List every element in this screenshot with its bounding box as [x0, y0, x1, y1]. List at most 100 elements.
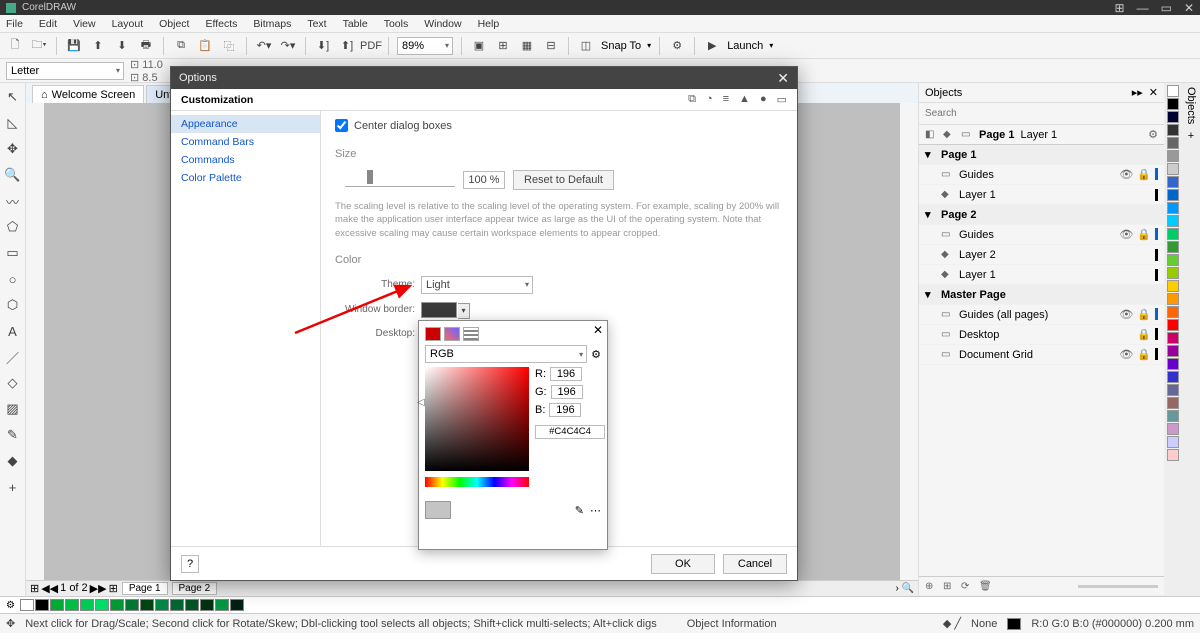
shape-tool-icon[interactable]: ◺ — [3, 113, 23, 133]
artistic-tool-icon[interactable]: ⬠ — [3, 217, 23, 237]
reset-default-button[interactable]: Reset to Default — [513, 170, 614, 190]
chevron-down-icon[interactable]: ▾ — [458, 303, 470, 319]
menu-object[interactable]: Object — [159, 18, 189, 30]
eyedropper-icon[interactable]: ✎ — [575, 504, 584, 517]
new-master-icon[interactable]: ⊞ — [943, 581, 955, 592]
palette-swatch[interactable] — [1167, 241, 1179, 253]
rectangle-tool-icon[interactable]: ▭ — [3, 243, 23, 263]
grid-icon[interactable]: ▦ — [518, 37, 536, 55]
palette-swatch[interactable] — [1167, 254, 1179, 266]
minimize-button[interactable]: — — [1137, 1, 1149, 15]
layer-opts-icon[interactable]: ⟳ — [961, 581, 973, 592]
cat-display-icon[interactable]: ▭ — [777, 93, 787, 106]
side-command-bars[interactable]: Command Bars — [171, 133, 320, 151]
page-size-combo[interactable]: Letter — [6, 62, 124, 80]
doc-palette-swatch[interactable] — [155, 599, 169, 611]
hue-slider[interactable] — [425, 477, 529, 487]
palette-swatch[interactable] — [1167, 228, 1179, 240]
window-border-color-button[interactable]: ▾ — [421, 302, 457, 318]
undo-icon[interactable]: ↶▾ — [255, 37, 273, 55]
palette-swatch[interactable] — [1167, 306, 1179, 318]
palette-swatch[interactable] — [1167, 137, 1179, 149]
r-input[interactable]: 196 — [550, 367, 582, 381]
cloud-down-icon[interactable]: ⬇ — [113, 37, 131, 55]
layer-view-icon[interactable]: ◧ — [925, 129, 937, 140]
transparency-tool-icon[interactable]: ▨ — [3, 399, 23, 419]
pick-tool-icon[interactable]: ↖ — [3, 87, 23, 107]
page-tab-2[interactable]: Page 2 — [172, 582, 218, 595]
layer-row[interactable]: ▭Document Grid👁🔒 — [919, 345, 1164, 365]
layer-row[interactable]: ▭Guides👁🔒 — [919, 165, 1164, 185]
palette-swatch[interactable] — [1167, 280, 1179, 292]
ok-button[interactable]: OK — [651, 554, 715, 574]
palette-swatch[interactable] — [1167, 345, 1179, 357]
palette-swatch[interactable] — [1167, 423, 1179, 435]
palette-swatch[interactable] — [1167, 371, 1179, 383]
menu-tools[interactable]: Tools — [384, 18, 409, 30]
dialog-close-icon[interactable]: ✕ — [777, 70, 789, 87]
cat-workspace-icon[interactable]: ≡ — [723, 93, 729, 106]
new-layer-icon[interactable]: ⊕ — [925, 581, 937, 592]
doc-palette-swatch[interactable] — [125, 599, 139, 611]
side-appearance[interactable]: Appearance — [171, 115, 320, 133]
crop-tool-icon[interactable]: ✥ — [3, 139, 23, 159]
clone-icon[interactable]: ⿻ — [220, 37, 238, 55]
palette-swatch[interactable] — [1167, 293, 1179, 305]
palette-swatch[interactable] — [1167, 436, 1179, 448]
export-icon[interactable]: ⬆] — [338, 37, 356, 55]
snap-to-dropdown[interactable]: Snap To — [601, 40, 641, 52]
color-tab-solid-icon[interactable] — [425, 327, 441, 341]
palette-swatch[interactable] — [1167, 358, 1179, 370]
page-row[interactable]: ▾Page 2 — [919, 205, 1164, 225]
layer-row[interactable]: ◆Layer 1 — [919, 185, 1164, 205]
scale-slider[interactable] — [345, 173, 455, 187]
store-icon[interactable]: ⊞ — [1115, 1, 1125, 15]
page-row[interactable]: ▾Page 1 — [919, 145, 1164, 165]
new-icon[interactable]: 🗋 — [6, 37, 24, 55]
options-gear-icon[interactable]: ⚙ — [1148, 128, 1158, 141]
nav-first-icon[interactable]: ⊞ — [30, 582, 39, 595]
paste-icon[interactable]: 📋 — [196, 37, 214, 55]
doc-palette-swatch[interactable] — [185, 599, 199, 611]
zoom-combo[interactable]: 89% — [397, 37, 453, 55]
save-icon[interactable]: 💾 — [65, 37, 83, 55]
line-tool-icon[interactable]: ／ — [3, 347, 23, 367]
menu-bitmaps[interactable]: Bitmaps — [253, 18, 291, 30]
g-input[interactable]: 196 — [551, 385, 583, 399]
doc-palette-swatch[interactable] — [230, 599, 244, 611]
cloud-up-icon[interactable]: ⬆ — [89, 37, 107, 55]
fill-swatch-icon[interactable]: ◆ ╱ — [943, 617, 961, 630]
palette-swatch[interactable] — [1167, 332, 1179, 344]
layer-page-icon[interactable]: ▭ — [961, 129, 973, 140]
palette-swatch[interactable] — [1167, 98, 1179, 110]
layer-style-icon[interactable]: ◆ — [943, 129, 955, 140]
doc-palette-swatch[interactable] — [140, 599, 154, 611]
color-settings-icon[interactable]: ⚙ — [591, 348, 601, 361]
hex-input[interactable]: #C4C4C4 — [535, 425, 605, 439]
cat-tools-icon[interactable]: ▲ — [739, 93, 750, 106]
menu-effects[interactable]: Effects — [205, 18, 237, 30]
doc-palette-swatch[interactable] — [200, 599, 214, 611]
page-row[interactable]: ▾Master Page — [919, 285, 1164, 305]
palette-swatch[interactable] — [1167, 150, 1179, 162]
doc-palette-swatch[interactable] — [110, 599, 124, 611]
fullscreen-icon[interactable]: ▣ — [470, 37, 488, 55]
dropshadow-tool-icon[interactable]: ◇ — [3, 373, 23, 393]
cancel-button[interactable]: Cancel — [723, 554, 787, 574]
palette-swatch[interactable] — [1167, 267, 1179, 279]
panel-close-icon[interactable]: ✕ — [1149, 86, 1158, 99]
close-button[interactable]: ✕ — [1184, 1, 1194, 15]
doc-palette-swatch[interactable] — [50, 599, 64, 611]
panel-collapse-icon[interactable]: ▸▸ — [1132, 86, 1143, 99]
import-icon[interactable]: ⬇] — [314, 37, 332, 55]
pdf-icon[interactable]: PDF — [362, 37, 380, 55]
side-color-palette[interactable]: Color Palette — [171, 169, 320, 187]
color-tab-mixer-icon[interactable] — [444, 327, 460, 341]
text-tool-icon[interactable]: A — [3, 321, 23, 341]
objects-search-input[interactable] — [925, 108, 1158, 119]
menu-text[interactable]: Text — [307, 18, 326, 30]
copy-icon[interactable]: ⧉ — [172, 37, 190, 55]
color-tab-palette-icon[interactable] — [463, 327, 479, 341]
outline-swatch-icon[interactable] — [1007, 618, 1021, 630]
theme-combo[interactable]: Light — [421, 276, 533, 294]
